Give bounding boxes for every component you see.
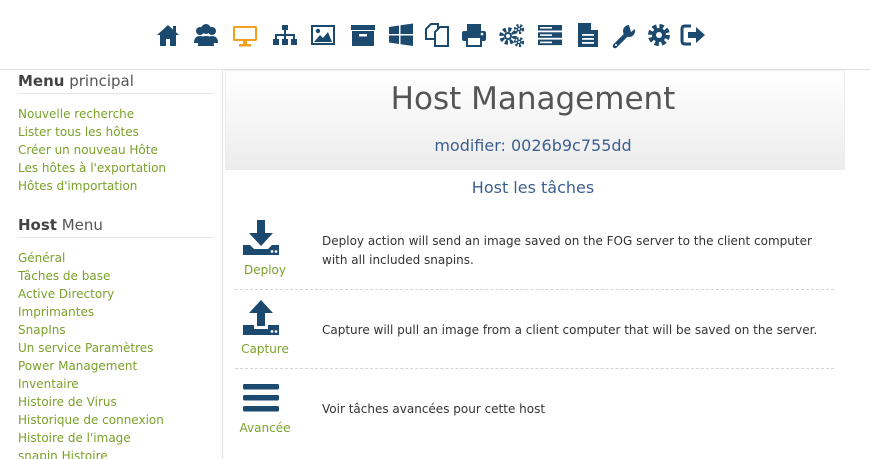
menu-item-create-host[interactable]: Créer un nouveau Hôte — [18, 141, 158, 159]
menu-item-new-search[interactable]: Nouvelle recherche — [18, 105, 134, 123]
server-icon[interactable] — [537, 20, 563, 50]
sitemap-icon[interactable] — [272, 20, 298, 50]
main-content: Host Management modifier: 0026b9c755dd H… — [223, 70, 870, 459]
print-icon[interactable] — [461, 20, 487, 50]
wrench-icon[interactable] — [611, 20, 637, 50]
menu-item-export-hosts[interactable]: Les hôtes à l'exportation — [18, 159, 166, 177]
gear-icon[interactable] — [646, 20, 672, 50]
bars-icon[interactable] — [241, 378, 281, 418]
capture-task-label[interactable]: Capture — [223, 341, 307, 357]
main-menu-title: Menu principal — [18, 72, 213, 94]
deploy-task-label[interactable]: Deploy — [223, 262, 307, 278]
advanced-task-description: Voir tâches avancées pour cette host — [322, 402, 546, 416]
host-menu-item-active-directory[interactable]: Active Directory — [18, 285, 114, 303]
monitor-icon[interactable] — [232, 20, 258, 50]
page-title: Host Management — [390, 81, 676, 117]
deploy-task-description: Deploy action will send an image saved o… — [322, 234, 812, 267]
host-menu-item-service-settings[interactable]: Un service Paramètres — [18, 339, 153, 357]
host-menu-item-login-history[interactable]: Historique de connexion — [18, 411, 164, 429]
users-icon[interactable] — [193, 20, 219, 50]
task-divider — [235, 289, 834, 290]
upload-icon[interactable] — [241, 298, 281, 338]
host-menu-item-inventory[interactable]: Inventaire — [18, 375, 79, 393]
image-icon[interactable] — [310, 20, 336, 50]
home-icon[interactable] — [155, 20, 181, 50]
cogs-icon[interactable] — [499, 20, 525, 50]
host-menu-item-printers[interactable]: Imprimantes — [18, 303, 94, 321]
section-title: Host les tâches — [471, 178, 595, 197]
host-menu-item-image-history[interactable]: Histoire de l'image — [18, 429, 131, 447]
capture-task-description: Capture will pull an image from a client… — [322, 323, 818, 337]
menu-item-list-hosts[interactable]: Lister tous les hôtes — [18, 123, 139, 141]
windows-icon[interactable] — [388, 20, 414, 50]
host-menu-item-snapin-history[interactable]: snapin Histoire — [18, 447, 108, 459]
sign-out-icon[interactable] — [680, 20, 706, 50]
download-icon[interactable] — [241, 218, 281, 258]
host-menu-item-general[interactable]: Général — [18, 249, 65, 267]
menu-item-import-hosts[interactable]: Hôtes d'importation — [18, 177, 137, 195]
archive-icon[interactable] — [350, 20, 376, 50]
host-menu-title: Host Menu — [18, 216, 213, 238]
task-divider — [235, 368, 834, 369]
copy-icon[interactable] — [424, 20, 450, 50]
host-menu-item-virus-history[interactable]: Histoire de Virus — [18, 393, 117, 411]
file-icon[interactable] — [575, 20, 601, 50]
host-menu-item-basic-tasks[interactable]: Tâches de base — [18, 267, 110, 285]
page-subtitle: modifier: 0026b9c755dd — [434, 136, 632, 155]
top-navigation — [0, 0, 870, 70]
sidebar: Menu principal Nouvelle recherche Lister… — [0, 70, 223, 459]
advanced-task-label[interactable]: Avancée — [223, 420, 307, 436]
host-menu-item-snapins[interactable]: SnapIns — [18, 321, 66, 339]
host-menu-item-power-management[interactable]: Power Management — [18, 357, 137, 375]
